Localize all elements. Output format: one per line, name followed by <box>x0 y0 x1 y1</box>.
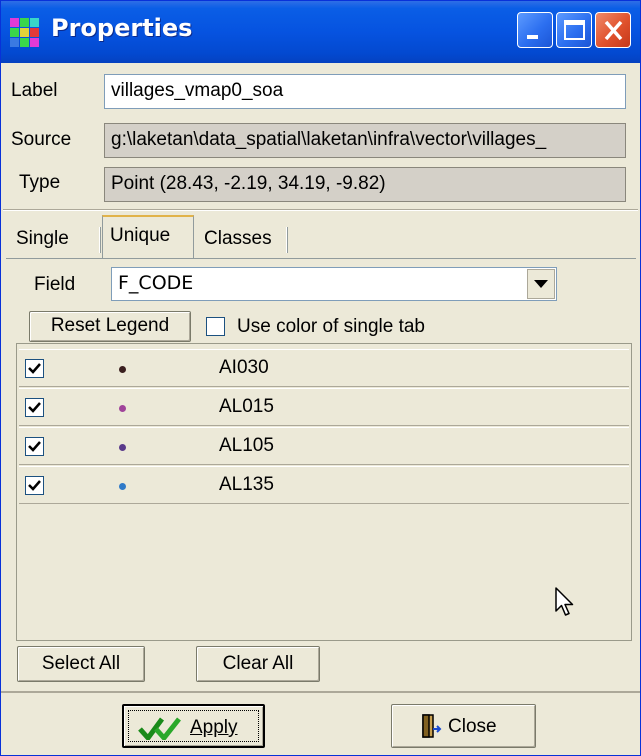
tab-divider <box>99 227 101 253</box>
type-field: Point (28.43, -2.19, 34.19, -9.82) <box>104 167 626 202</box>
checkmark-icon <box>28 402 41 413</box>
title-bar[interactable]: Properties <box>1 1 640 63</box>
checkmark-icon <box>138 717 181 740</box>
list-item[interactable]: AI030 <box>19 349 629 387</box>
close-button[interactable]: Close <box>391 704 536 748</box>
item-checkbox[interactable] <box>25 437 44 456</box>
close-icon <box>604 20 623 41</box>
minimize-icon <box>527 35 538 39</box>
list-item[interactable]: AL105 <box>19 427 629 465</box>
item-code: AL135 <box>219 474 274 495</box>
maximize-button[interactable] <box>556 12 592 48</box>
source-field: g:\laketan\data_spatial\laketan\infra\ve… <box>104 123 626 158</box>
checkmark-icon <box>28 480 41 491</box>
item-code: AL015 <box>219 396 274 417</box>
field-select-value: F_CODE <box>118 272 194 294</box>
tab-classes[interactable]: Classes <box>197 223 279 257</box>
item-checkbox[interactable] <box>25 359 44 378</box>
separator <box>3 209 638 211</box>
app-grid-icon <box>10 18 39 47</box>
label-caption: Label <box>11 80 58 101</box>
door-exit-icon <box>422 714 442 738</box>
close-label: Close <box>448 716 497 737</box>
tab-unique[interactable]: Unique <box>102 215 194 259</box>
item-checkbox[interactable] <box>25 398 44 417</box>
dropdown-arrow-icon <box>534 280 548 288</box>
maximize-icon <box>564 20 585 40</box>
window-title: Properties <box>51 14 193 42</box>
symbol-dot <box>119 366 126 373</box>
field-select[interactable]: F_CODE <box>111 267 557 301</box>
separator <box>1 691 640 693</box>
checkmark-icon <box>28 363 41 374</box>
properties-window: Properties Label villages_vmap0_soa Sour… <box>0 0 641 756</box>
field-dropdown-button[interactable] <box>527 269 555 299</box>
use-color-label: Use color of single tab <box>237 316 425 337</box>
minimize-button[interactable] <box>517 12 553 48</box>
item-checkbox[interactable] <box>25 476 44 495</box>
label-input[interactable]: villages_vmap0_soa <box>104 74 626 109</box>
checkmark-icon <box>28 441 41 452</box>
symbol-dot <box>119 483 126 490</box>
clear-all-button[interactable]: Clear All <box>196 646 320 682</box>
symbol-dot <box>119 444 126 451</box>
apply-button[interactable]: Apply <box>122 704 265 748</box>
source-caption: Source <box>11 129 72 150</box>
reset-legend-button[interactable]: Reset Legend <box>29 311 191 342</box>
select-all-button[interactable]: Select All <box>17 646 145 682</box>
list-item[interactable]: AL135 <box>19 466 629 504</box>
list-item[interactable]: AL015 <box>19 388 629 426</box>
use-color-checkbox[interactable] <box>206 317 225 336</box>
apply-label: Apply <box>190 717 238 738</box>
legend-list[interactable]: AI030 AL015 AL105 AL135 <box>16 343 632 641</box>
symbol-dot <box>119 405 126 412</box>
tab-divider <box>286 227 288 253</box>
close-window-button[interactable] <box>595 12 631 48</box>
item-code: AI030 <box>219 357 269 378</box>
item-code: AL105 <box>219 435 274 456</box>
field-caption: Field <box>34 274 76 295</box>
type-caption: Type <box>19 172 61 193</box>
tab-single[interactable]: Single <box>9 223 76 257</box>
mouse-cursor-icon <box>555 587 574 616</box>
